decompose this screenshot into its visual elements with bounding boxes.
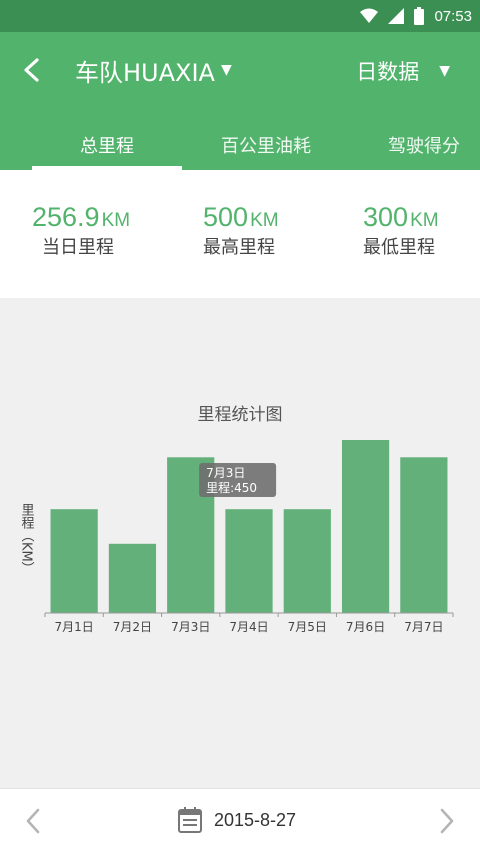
bar-1 — [50, 509, 98, 613]
back-button[interactable] — [22, 52, 62, 88]
next-day-button[interactable] — [432, 805, 462, 837]
stat-unit: KM — [250, 210, 279, 231]
previous-day-button[interactable] — [18, 805, 48, 837]
x-tick-label: 7月7日 — [404, 620, 443, 634]
tab-fuel-consumption[interactable]: 百公里油耗 — [196, 120, 336, 170]
status-time: 07:53 — [434, 7, 472, 25]
tab-total-mileage[interactable]: 总里程 — [32, 120, 182, 170]
summary-panel: 256.9 KM 当日里程 500 KM 最高里程 300 KM 最低里程 — [0, 170, 480, 298]
stat-daily-mileage: 256.9 KM 当日里程 — [32, 202, 130, 259]
data-type-selector[interactable]: 日数据 ▼ — [356, 54, 450, 88]
stat-max-mileage: 500 KM 最高里程 — [203, 202, 279, 259]
x-tick-label: 7月1日 — [55, 620, 94, 634]
bar-2 — [108, 543, 157, 613]
mileage-bar-chart: 里程（KM）7月1日 7月2日 7月3日 7月4日 7月5日 7月6日 7月7日7月3日里程… — [19, 440, 454, 634]
team-dropdown-icon: ▼ — [220, 62, 232, 78]
stat-unit: KM — [410, 210, 439, 231]
bar-5 — [283, 509, 331, 613]
tab-driving-score[interactable]: 驾驶得分 — [368, 120, 480, 170]
stat-value: 300 — [363, 202, 409, 232]
stat-label: 最高里程 — [203, 237, 275, 258]
status-bar: 07:53 — [0, 0, 480, 32]
wifi-icon — [360, 8, 379, 23]
stat-label: 最低里程 — [363, 237, 435, 258]
bottom-bar: 2015-8-27 — [0, 788, 480, 853]
stat-unit: KM — [101, 210, 131, 231]
x-tick-label: 7月4日 — [229, 620, 268, 634]
data-type-dropdown-icon: ▼ — [439, 63, 450, 79]
chevron-right-icon — [440, 808, 454, 834]
stat-value: 500 — [203, 202, 249, 232]
chart-area: 里程统计图 里程（KM） 7月1日 7月2日 7月3日 7月4日 7月5日 7月6日 7月7日… — [0, 298, 480, 788]
app-bar: 车队HUAXIA ▼ 日数据 ▼ 总里程 百公里油耗 驾驶得分 — [0, 32, 480, 170]
signal-icon — [388, 8, 405, 24]
stat-value: 256.9 — [32, 202, 100, 232]
y-axis-label: 里程（KM） — [19, 503, 35, 575]
selected-date: 2015-8-27 — [214, 809, 297, 830]
calendar-icon — [178, 807, 202, 833]
x-tick-label: 7月3日 — [171, 620, 210, 634]
bar-6 — [341, 440, 390, 613]
status-icons: 07:53 — [360, 0, 472, 32]
tab-bar: 总里程 百公里油耗 驾驶得分 — [0, 120, 480, 170]
battery-icon — [414, 7, 425, 25]
data-type-label: 日数据 — [356, 60, 420, 84]
tooltip-date: 7月3日 — [206, 466, 245, 480]
back-arrow-icon — [24, 58, 39, 82]
stat-min-mileage: 300 KM 最低里程 — [363, 202, 439, 259]
chevron-left-icon — [26, 808, 40, 834]
stat-label: 当日里程 — [42, 237, 114, 258]
team-title: 车队HUAXIA — [75, 58, 215, 87]
x-tick-label: 7月5日 — [288, 620, 327, 634]
bar-4 — [225, 509, 273, 613]
x-tick-label: 7月6日 — [346, 620, 385, 634]
bar-7 — [400, 457, 448, 613]
tooltip-value: 里程:450 — [206, 480, 257, 495]
date-picker[interactable]: 2015-8-27 — [178, 807, 296, 833]
team-selector[interactable]: 车队HUAXIA ▼ — [75, 52, 232, 88]
x-tick-label: 7月2日 — [113, 620, 152, 634]
